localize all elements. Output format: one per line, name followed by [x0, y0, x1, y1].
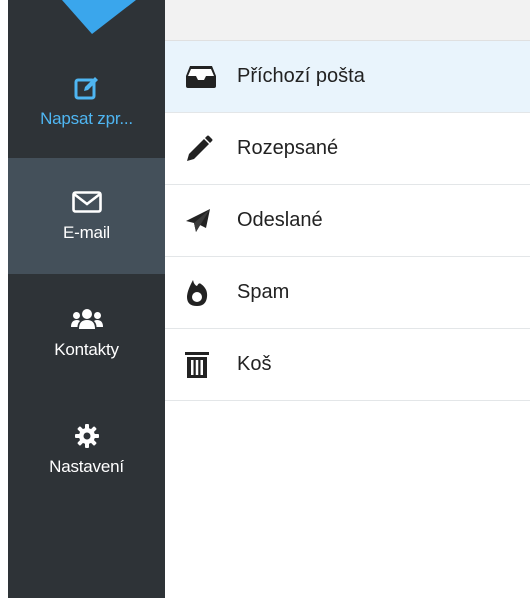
folder-drafts[interactable]: Rozepsané	[165, 113, 530, 185]
folder-trash[interactable]: Koš	[165, 329, 530, 401]
sidebar: Napsat zpr... E-mail Kontakty Nastavení	[8, 0, 165, 598]
folder-label: Spam	[237, 281, 290, 303]
folder-spam[interactable]: Spam	[165, 257, 530, 329]
window-edge	[0, 0, 8, 598]
sidebar-item-settings[interactable]: Nastavení	[8, 400, 165, 500]
sidebar-item-compose[interactable]: Napsat zpr...	[8, 50, 165, 154]
sidebar-item-label: Napsat zpr...	[40, 109, 133, 128]
users-icon	[70, 306, 104, 332]
folder-sent[interactable]: Odeslané	[165, 185, 530, 257]
sidebar-item-label: E-mail	[63, 223, 110, 242]
top-bar	[165, 0, 530, 41]
pencil-icon	[185, 135, 223, 163]
logo	[8, 0, 165, 36]
folder-label: Odeslané	[237, 209, 323, 231]
paper-plane-icon	[185, 208, 223, 234]
inbox-icon	[185, 65, 223, 89]
folder-label: Příchozí pošta	[237, 65, 365, 87]
folder-inbox[interactable]: Příchozí pošta	[165, 41, 530, 113]
sidebar-item-label: Kontakty	[54, 340, 119, 359]
folder-label: Koš	[237, 353, 272, 375]
folder-label: Rozepsané	[237, 137, 339, 159]
sidebar-item-label: Nastavení	[49, 457, 124, 476]
envelope-icon	[71, 189, 102, 215]
gear-icon	[74, 423, 100, 449]
sidebar-item-contacts[interactable]: Kontakty	[8, 278, 165, 388]
fire-icon	[185, 279, 223, 307]
folder-list: Příchozí pošta Rozepsané Odeslané Spam K…	[165, 41, 530, 401]
trash-icon	[185, 351, 223, 379]
sidebar-item-email[interactable]: E-mail	[8, 158, 165, 274]
pen-to-square-icon	[74, 75, 100, 101]
